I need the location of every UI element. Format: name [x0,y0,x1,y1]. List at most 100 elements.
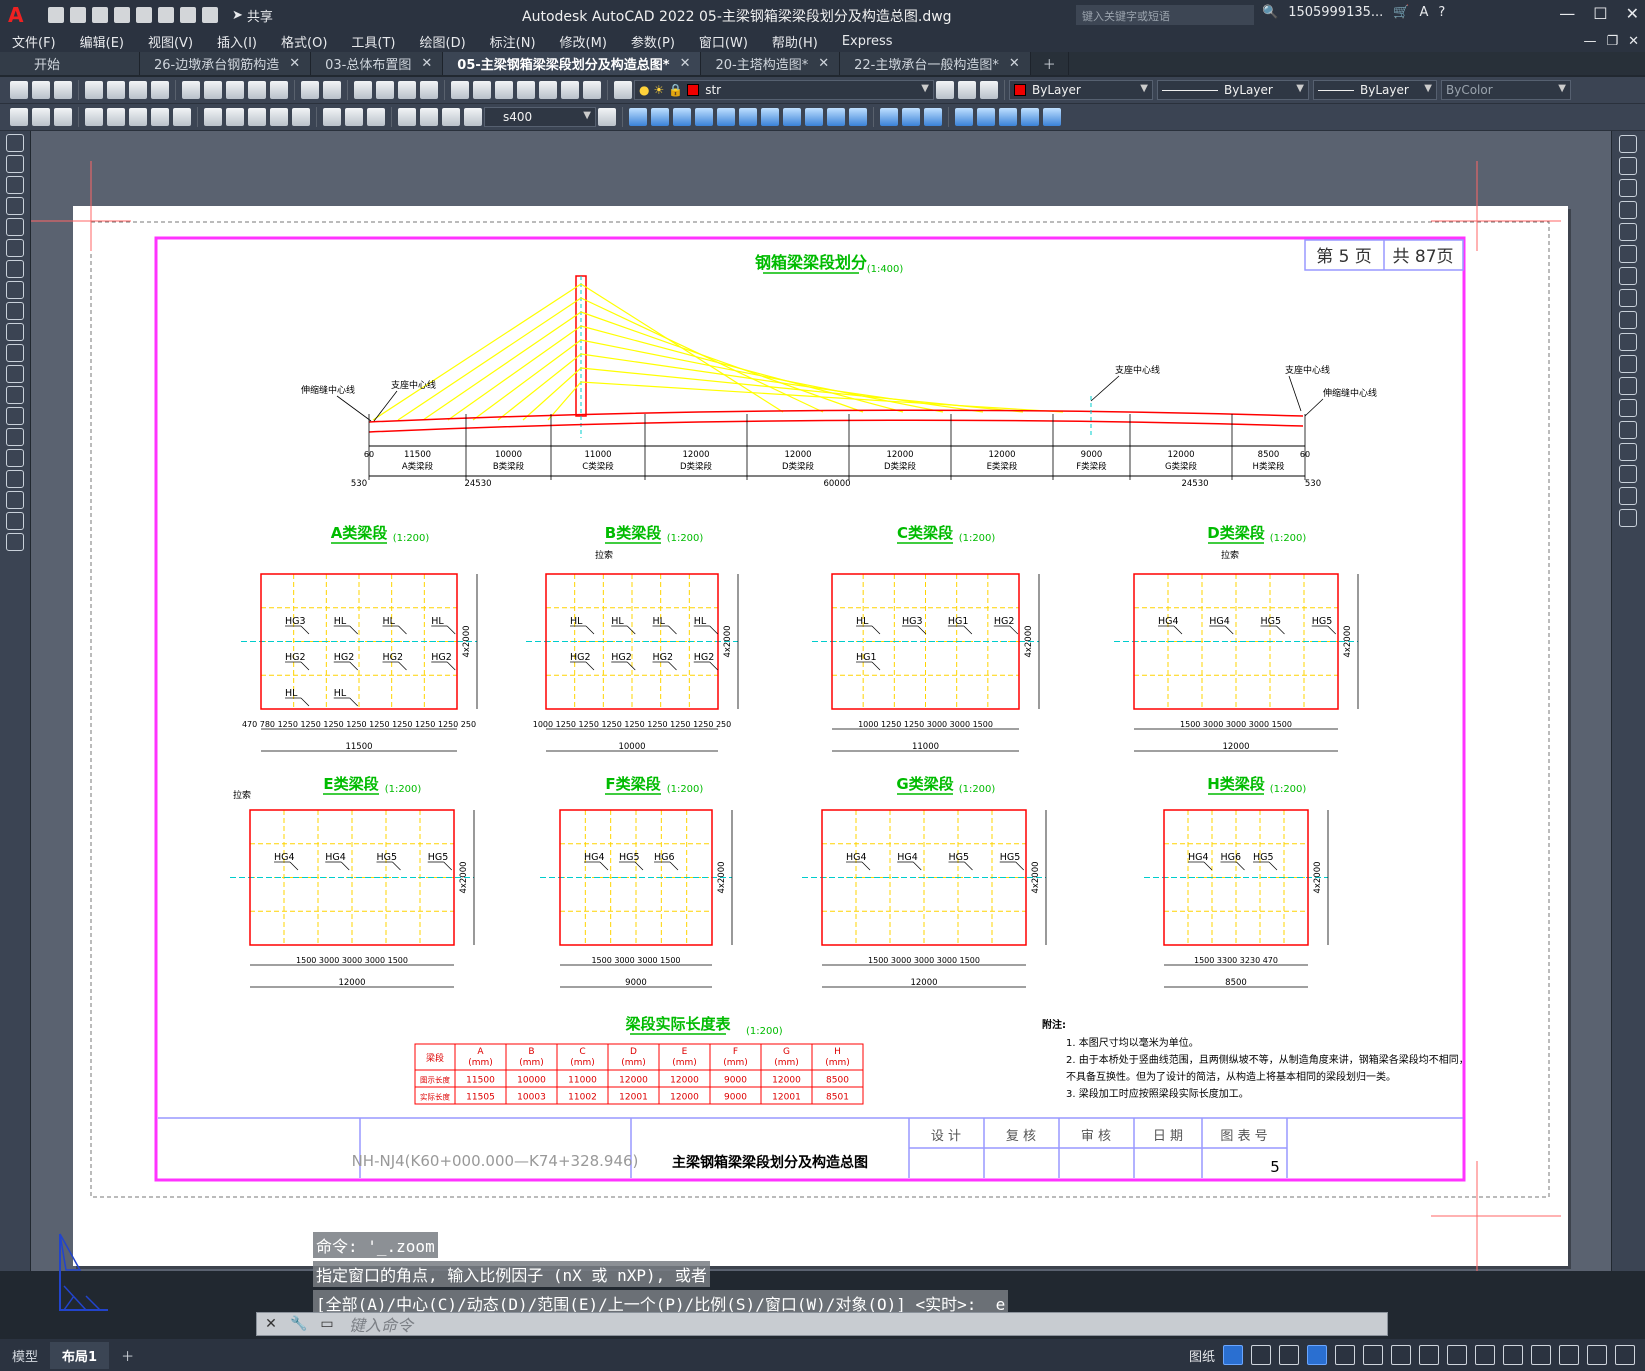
scale-icon[interactable] [1619,289,1637,307]
open-icon[interactable] [32,81,50,99]
stretch-icon[interactable] [1619,311,1637,329]
user-account[interactable]: 1505999135... [1288,5,1383,20]
construction-line-icon[interactable] [6,155,24,173]
dimstyle-dropdown[interactable]: s400 ▼ [484,107,596,127]
customization-icon[interactable] [1615,1345,1635,1365]
view-nw-iso-icon[interactable] [827,108,845,126]
view-front-icon[interactable] [717,108,735,126]
open-icon[interactable] [70,7,86,23]
polar-icon[interactable] [1251,1345,1271,1365]
dim-angular-icon[interactable] [173,108,191,126]
close-button[interactable]: ✕ [1626,4,1639,23]
command-line[interactable]: ✕ 🔧 ▭ 键入命令 [256,1312,1388,1336]
maximize-button[interactable]: ☐ [1593,4,1607,23]
tab-26[interactable]: 26-边墩承台钢筋构造 ✕ [140,52,312,75]
view-right-icon[interactable] [695,108,713,126]
cut-icon[interactable] [182,81,200,99]
join-icon[interactable] [1619,421,1637,439]
extend-icon[interactable] [1619,355,1637,373]
close-icon[interactable]: ✕ [289,56,300,71]
menu-edit[interactable]: 编辑(E) [68,32,136,51]
fullscreen-icon[interactable] [1587,1345,1607,1365]
dim-arc-icon[interactable] [54,108,72,126]
menu-parametric[interactable]: 参数(P) [619,32,687,51]
quick-dim-icon[interactable] [204,108,222,126]
break-at-point-icon[interactable] [1619,377,1637,395]
hatch-icon[interactable] [6,428,24,446]
osnap-icon[interactable] [1279,1345,1299,1365]
offset-icon[interactable] [1619,201,1637,219]
menu-format[interactable]: 格式(O) [269,32,339,51]
layer-dropdown[interactable]: ● ☀ 🔒 str ▼ [634,80,934,100]
layer-state-icon[interactable] [980,81,998,99]
qnew-icon[interactable] [10,81,28,99]
selection-cycling-icon[interactable] [1391,1345,1411,1365]
design-center-icon[interactable] [473,81,491,99]
color-dropdown[interactable]: ByLayer ▼ [1009,80,1153,100]
ucs-object-icon[interactable] [1043,108,1061,126]
region-icon[interactable] [6,470,24,488]
undo-icon[interactable] [301,81,319,99]
doc-close-button[interactable]: ✕ [1628,34,1639,49]
polyline-icon[interactable] [6,176,24,194]
minimize-button[interactable]: — [1559,4,1575,23]
explode-icon[interactable] [1619,509,1637,527]
matchprop-icon[interactable] [248,81,266,99]
dim-style-icon[interactable] [464,108,482,126]
close-icon[interactable]: ✕ [818,56,829,71]
copy-icon[interactable] [204,81,222,99]
doc-minimize-button[interactable]: — [1583,34,1596,49]
redo-icon[interactable] [323,81,341,99]
menu-dimension[interactable]: 标注(N) [478,32,548,51]
autodesk-app-icon[interactable]: A [1419,5,1428,20]
table-icon[interactable] [6,491,24,509]
line-icon[interactable] [6,134,24,152]
insert-block-icon[interactable] [6,365,24,383]
transparency-icon[interactable] [1363,1345,1383,1365]
annotation-scale-icon[interactable] [1419,1345,1439,1365]
revcloud-icon[interactable] [6,281,24,299]
tool-palettes-icon[interactable] [495,81,513,99]
menu-file[interactable]: 文件(F) [0,32,68,51]
preview-icon[interactable] [107,81,125,99]
view-sw-iso-icon[interactable] [761,108,779,126]
web-icon[interactable] [136,7,152,23]
doc-restore-button[interactable]: ❐ [1606,34,1618,49]
plot-icon[interactable] [85,81,103,99]
visual-style-icon[interactable] [880,108,898,126]
dim-jogged-icon[interactable] [129,108,147,126]
properties-icon[interactable] [451,81,469,99]
snap-icon[interactable] [1223,1345,1243,1365]
dim-baseline-icon[interactable] [226,108,244,126]
view-ne-iso-icon[interactable] [805,108,823,126]
tab-model[interactable]: 模型 [0,1342,50,1369]
lineweight-dropdown[interactable]: ByLayer ▼ [1313,80,1437,100]
close-icon[interactable]: ✕ [257,1313,285,1335]
menu-tools[interactable]: 工具(T) [339,32,407,51]
undo-icon[interactable] [180,7,196,23]
mtext-icon[interactable] [6,512,24,530]
dim-aligned-icon[interactable] [32,108,50,126]
search-input[interactable]: 键入关键字或短语 [1076,5,1254,25]
menu-draw[interactable]: 绘图(D) [408,32,478,51]
tolerance-icon[interactable] [323,108,341,126]
menu-express[interactable]: Express [830,34,905,49]
dim-update-icon[interactable] [442,108,460,126]
close-icon[interactable]: ✕ [421,56,432,71]
calculator-icon[interactable] [561,81,579,99]
move-icon[interactable] [1619,245,1637,263]
copy-object-icon[interactable] [1619,157,1637,175]
close-icon[interactable]: ✕ [1009,56,1020,71]
plotstyle-dropdown[interactable]: ByColor ▼ [1441,80,1571,100]
help-icon[interactable] [583,81,601,99]
wrench-icon[interactable]: 🔧 [285,1313,313,1335]
point-icon[interactable] [6,407,24,425]
view-se-iso-icon[interactable] [783,108,801,126]
gradient-icon[interactable] [6,449,24,467]
tab-05[interactable]: 05-主梁钢箱梁梁段划分及构造总图* ✕ [443,52,702,75]
save-as-icon[interactable] [114,7,130,23]
arc-icon[interactable] [6,239,24,257]
redo-icon[interactable] [202,7,218,23]
command-prompt-icon[interactable]: ▭ [313,1313,341,1335]
array-icon[interactable] [1619,223,1637,241]
